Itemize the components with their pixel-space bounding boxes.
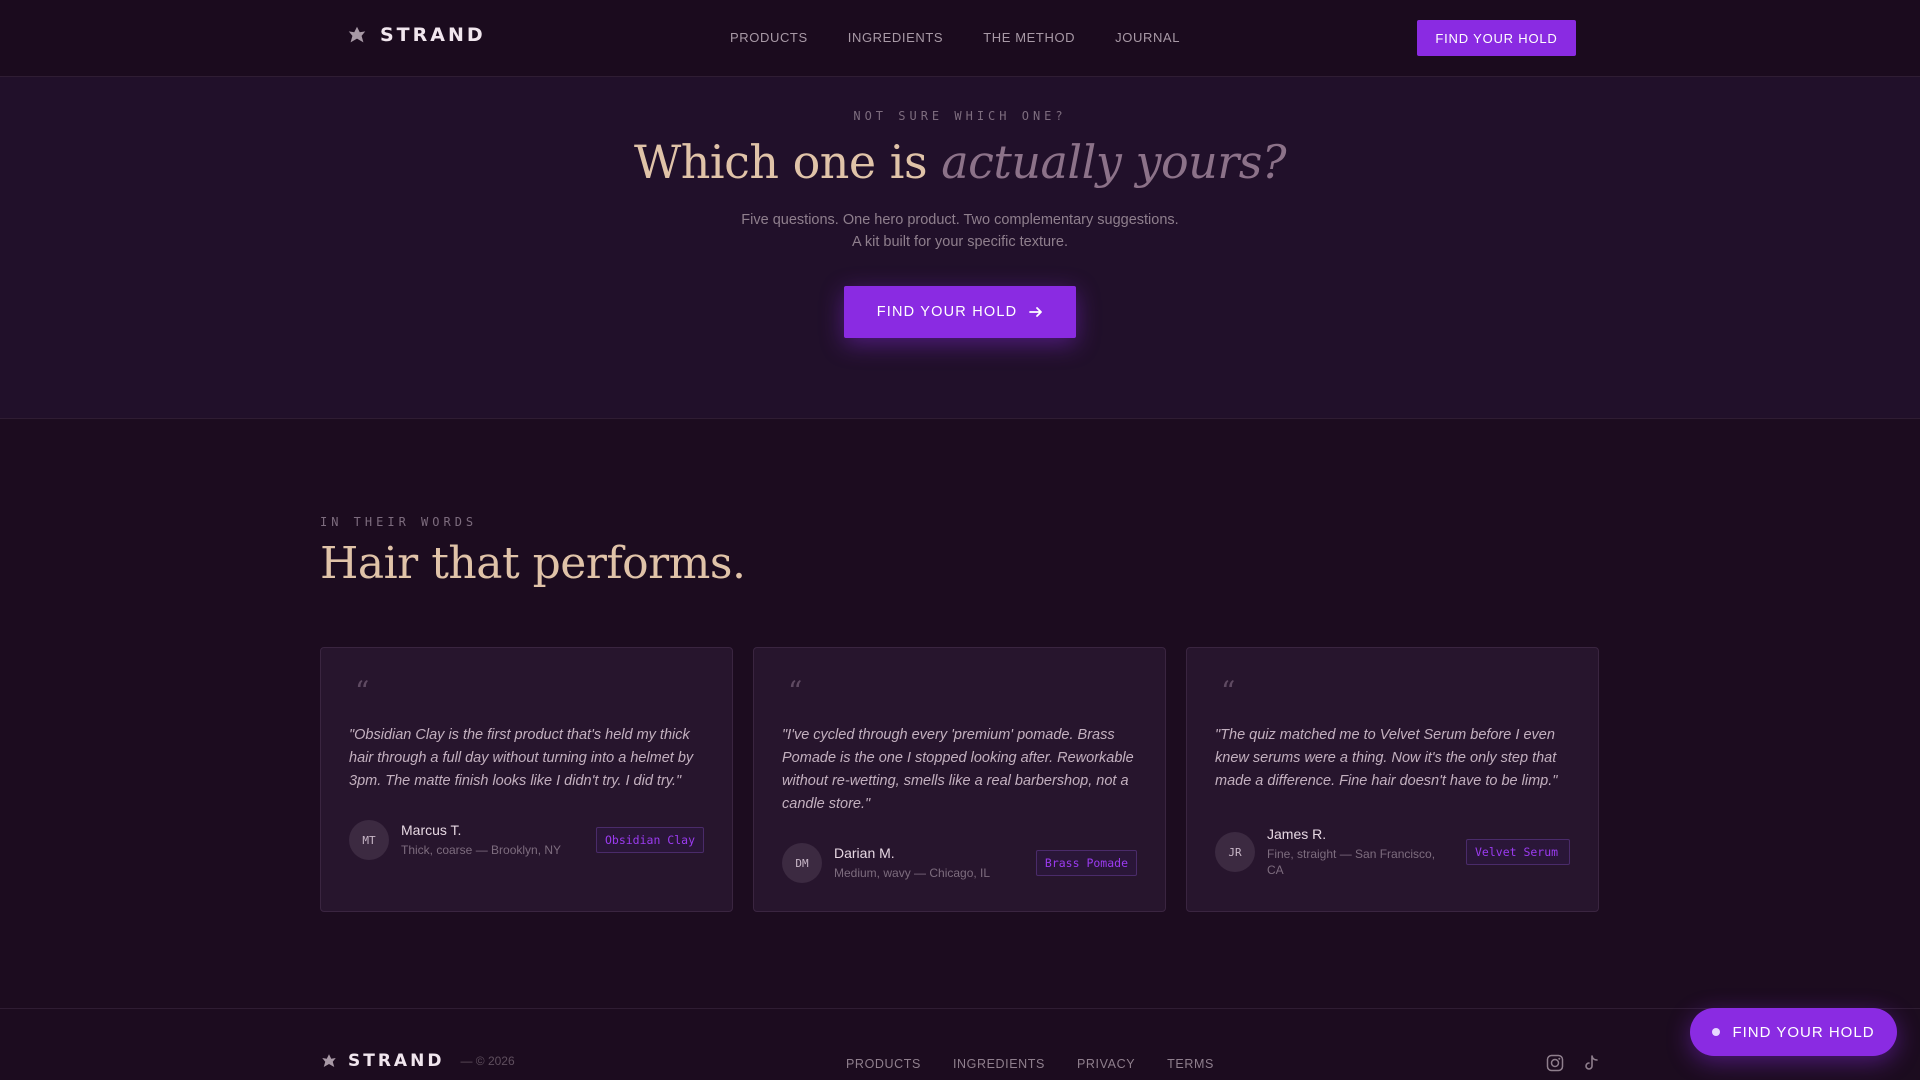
footer-copyright: — © 2026 bbox=[460, 1054, 515, 1068]
testimonial-author: MT Marcus T. Thick, coarse — Brooklyn, N… bbox=[349, 820, 704, 860]
brand-mark-icon bbox=[348, 26, 366, 43]
brand-mark-icon bbox=[322, 1054, 336, 1067]
testimonial-card: “ "I've cycled through every 'premium' p… bbox=[753, 647, 1166, 912]
avatar: DM bbox=[782, 843, 822, 883]
nav-links: PRODUCTS INGREDIENTS THE METHOD JOURNAL bbox=[730, 30, 1180, 45]
floating-cta-label: FIND YOUR HOLD bbox=[1732, 1023, 1875, 1041]
author-meta: Medium, wavy — Chicago, IL bbox=[834, 866, 991, 880]
footer-links: PRODUCTS INGREDIENTS PRIVACY TERMS bbox=[846, 1057, 1214, 1071]
quote-icon: “ bbox=[788, 675, 803, 708]
brand-name: STRAND bbox=[380, 24, 486, 46]
quote-icon: “ bbox=[1221, 675, 1236, 708]
quote-icon: “ bbox=[355, 675, 370, 708]
hero-title-italic: actually yours? bbox=[941, 135, 1287, 189]
footer-link-ingredients[interactable]: INGREDIENTS bbox=[953, 1057, 1045, 1071]
author-info: Darian M. Medium, wavy — Chicago, IL bbox=[834, 845, 1036, 881]
floating-find-your-hold-button[interactable]: FIND YOUR HOLD bbox=[1690, 1008, 1897, 1056]
footer-link-privacy[interactable]: PRIVACY bbox=[1077, 1057, 1135, 1071]
hero-subtitle: Five questions. One hero product. Two co… bbox=[741, 212, 1179, 250]
footer-social bbox=[1546, 1054, 1600, 1072]
product-tag[interactable]: Obsidian Clay bbox=[595, 827, 704, 853]
author-name: Marcus T. bbox=[401, 822, 462, 838]
testimonial-author: JR James R. Fine, straight — San Francis… bbox=[1215, 826, 1570, 878]
footer-brand-logo[interactable]: STRAND — © 2026 bbox=[320, 1051, 515, 1071]
top-nav: STRAND PRODUCTS INGREDIENTS THE METHOD J… bbox=[0, 0, 1920, 77]
avatar: MT bbox=[349, 820, 389, 860]
testimonial-cards: “ "Obsidian Clay is the first product th… bbox=[320, 647, 1599, 912]
nav-link-the-method[interactable]: THE METHOD bbox=[983, 30, 1075, 45]
author-info: Marcus T. Thick, coarse — Brooklyn, NY bbox=[401, 822, 596, 858]
footer-link-terms[interactable]: TERMS bbox=[1167, 1057, 1214, 1071]
instagram-icon[interactable] bbox=[1546, 1054, 1564, 1072]
avatar: JR bbox=[1215, 832, 1255, 872]
dot-icon bbox=[1712, 1028, 1721, 1036]
hero-find-your-hold-button[interactable]: FIND YOUR HOLD bbox=[844, 286, 1076, 338]
author-meta: Fine, straight — San Francisco, CA bbox=[1267, 847, 1436, 877]
author-meta: Thick, coarse — Brooklyn, NY bbox=[401, 843, 562, 857]
footer-link-products[interactable]: PRODUCTS bbox=[846, 1057, 921, 1071]
hero-title: Which one is actually yours? bbox=[0, 135, 1920, 189]
nav-link-ingredients[interactable]: INGREDIENTS bbox=[848, 30, 943, 45]
nav-link-journal[interactable]: JOURNAL bbox=[1115, 30, 1180, 45]
brand-logo[interactable]: STRAND bbox=[346, 24, 486, 46]
nav-find-your-hold-button[interactable]: FIND YOUR HOLD bbox=[1417, 20, 1576, 56]
product-tag[interactable]: Velvet Serum bbox=[1466, 839, 1570, 865]
arrow-right-icon bbox=[1029, 307, 1043, 317]
testimonial-quote: "The quiz matched me to Velvet Serum bef… bbox=[1215, 727, 1558, 789]
testimonial-author: DM Darian M. Medium, wavy — Chicago, IL … bbox=[782, 843, 1137, 883]
testimonial-card: “ "Obsidian Clay is the first product th… bbox=[320, 647, 733, 912]
nav-link-products[interactable]: PRODUCTS bbox=[730, 30, 808, 45]
testimonials-title: Hair that performs. bbox=[320, 538, 746, 589]
product-tag[interactable]: Brass Pomade bbox=[1035, 850, 1137, 876]
tiktok-icon[interactable] bbox=[1582, 1054, 1600, 1072]
hero-cta-label: FIND YOUR HOLD bbox=[876, 304, 1018, 320]
hero-eyebrow: NOT SURE WHICH ONE? bbox=[853, 109, 1067, 123]
author-name: James R. bbox=[1267, 826, 1327, 842]
author-info: James R. Fine, straight — San Francisco,… bbox=[1267, 826, 1447, 878]
author-name: Darian M. bbox=[834, 845, 895, 861]
footer: STRAND — © 2026 PRODUCTS INGREDIENTS PRI… bbox=[0, 1008, 1920, 1080]
testimonial-card: “ "The quiz matched me to Velvet Serum b… bbox=[1186, 647, 1599, 912]
footer-brand-name: STRAND bbox=[348, 1051, 445, 1071]
testimonials-eyebrow: IN THEIR WORDS bbox=[320, 515, 478, 529]
testimonial-quote: "I've cycled through every 'premium' pom… bbox=[782, 727, 1134, 812]
quiz-hero: NOT SURE WHICH ONE? Which one is actuall… bbox=[0, 77, 1920, 419]
testimonial-quote: "Obsidian Clay is the first product that… bbox=[349, 727, 694, 789]
hero-title-plain: Which one is bbox=[633, 135, 942, 189]
